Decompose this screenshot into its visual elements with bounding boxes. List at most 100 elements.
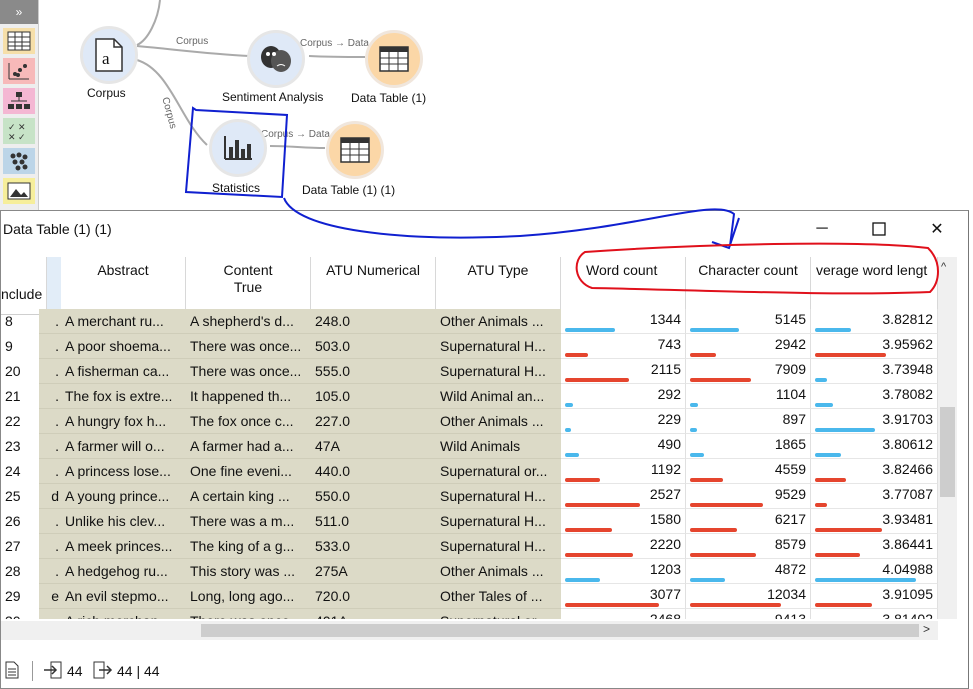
- row-include-flag[interactable]: .: [39, 534, 61, 559]
- cell-content[interactable]: There was once...: [186, 359, 311, 384]
- row-index[interactable]: 30: [1, 609, 39, 619]
- cell-atu-numerical[interactable]: 47A: [311, 434, 436, 459]
- cell-word-count[interactable]: 1203: [561, 559, 686, 584]
- cell-average-word-length[interactable]: 3.91095: [811, 584, 938, 609]
- minimize-button[interactable]: ─: [798, 215, 846, 243]
- cell-atu-type[interactable]: Supernatural or...: [436, 459, 561, 484]
- cell-atu-type[interactable]: Other Animals ...: [436, 559, 561, 584]
- horizontal-scroll-thumb[interactable]: [201, 624, 919, 637]
- cell-content[interactable]: There was a m...: [186, 509, 311, 534]
- table-row[interactable]: 21. The fox is extre... It happened th... 1…: [1, 384, 938, 409]
- cell-atu-numerical[interactable]: 511.0: [311, 509, 436, 534]
- cell-average-word-length[interactable]: 3.95962: [811, 334, 938, 359]
- table-row[interactable]: 24. A princess lose... One fine eveni... 44…: [1, 459, 938, 484]
- column-header-atu-numerical[interactable]: ATU Numerical: [311, 257, 436, 315]
- cell-character-count[interactable]: 9413: [686, 609, 811, 619]
- cell-character-count[interactable]: 8579: [686, 534, 811, 559]
- cell-abstract[interactable]: A meek princes...: [61, 534, 186, 559]
- cell-atu-numerical[interactable]: 720.0: [311, 584, 436, 609]
- row-index[interactable]: 24: [1, 459, 39, 484]
- cell-atu-numerical[interactable]: 227.0: [311, 409, 436, 434]
- row-index[interactable]: 20: [1, 359, 39, 384]
- cell-atu-numerical[interactable]: 533.0: [311, 534, 436, 559]
- row-include-flag[interactable]: .: [39, 334, 61, 359]
- cell-content[interactable]: There was once...: [186, 609, 311, 619]
- cell-abstract[interactable]: The fox is extre...: [61, 384, 186, 409]
- row-index[interactable]: 25: [1, 484, 39, 509]
- cell-content[interactable]: A shepherd's d...: [186, 309, 311, 334]
- cell-atu-type[interactable]: Supernatural H...: [436, 509, 561, 534]
- column-header-abstract[interactable]: Abstract: [61, 257, 186, 315]
- table-row[interactable]: 9. A poor shoema... There was once... 503.0…: [1, 334, 938, 359]
- cell-average-word-length[interactable]: 3.82466: [811, 459, 938, 484]
- column-header-character-count[interactable]: Character count: [686, 257, 811, 315]
- row-include-flag[interactable]: .: [39, 409, 61, 434]
- cell-atu-type[interactable]: Supernatural H...: [436, 484, 561, 509]
- cell-word-count[interactable]: 2527: [561, 484, 686, 509]
- cell-average-word-length[interactable]: 3.86441: [811, 534, 938, 559]
- vertical-scroll-thumb[interactable]: [940, 407, 955, 497]
- cell-atu-type[interactable]: Other Animals ...: [436, 409, 561, 434]
- cell-average-word-length[interactable]: 3.80612: [811, 434, 938, 459]
- theater-masks-icon[interactable]: [247, 30, 305, 88]
- corpus-icon[interactable]: a: [80, 26, 138, 84]
- cell-average-word-length[interactable]: 3.73948: [811, 359, 938, 384]
- cell-word-count[interactable]: 490: [561, 434, 686, 459]
- cell-content[interactable]: There was once...: [186, 334, 311, 359]
- cell-word-count[interactable]: 292: [561, 384, 686, 409]
- cell-atu-numerical[interactable]: 275A: [311, 559, 436, 584]
- table-icon[interactable]: [326, 121, 384, 179]
- table-row[interactable]: 26. Unlike his clev... There was a m... 511…: [1, 509, 938, 534]
- cell-character-count[interactable]: 4559: [686, 459, 811, 484]
- row-include-flag[interactable]: .: [39, 359, 61, 384]
- cell-atu-type[interactable]: Supernatural H...: [436, 334, 561, 359]
- cell-abstract[interactable]: A young prince...: [61, 484, 186, 509]
- table-row[interactable]: 28. A hedgehog ru... This story was ... 275…: [1, 559, 938, 584]
- row-index[interactable]: 26: [1, 509, 39, 534]
- cell-atu-type[interactable]: Supernatural or...: [436, 609, 561, 619]
- maximize-button[interactable]: [855, 215, 903, 243]
- cell-word-count[interactable]: 2220: [561, 534, 686, 559]
- cell-atu-numerical[interactable]: 555.0: [311, 359, 436, 384]
- cell-atu-type[interactable]: Wild Animal an...: [436, 384, 561, 409]
- cell-abstract[interactable]: Unlike his clev...: [61, 509, 186, 534]
- column-header-atu-type[interactable]: ATU Type: [436, 257, 561, 315]
- data-table-window[interactable]: Data Table (1) (1) ─ ✕ nclude Abstract C…: [0, 210, 969, 689]
- horizontal-scrollbar[interactable]: >: [1, 621, 938, 640]
- cell-word-count[interactable]: 1192: [561, 459, 686, 484]
- data-table[interactable]: nclude Abstract Content True ATU Numeric…: [1, 257, 938, 619]
- row-index[interactable]: 29: [1, 584, 39, 609]
- cell-content[interactable]: A farmer had a...: [186, 434, 311, 459]
- row-index[interactable]: 22: [1, 409, 39, 434]
- cell-atu-numerical[interactable]: 105.0: [311, 384, 436, 409]
- table-row[interactable]: 29 e An evil stepmo... Long, long ago... 720…: [1, 584, 938, 609]
- cell-atu-type[interactable]: Wild Animals: [436, 434, 561, 459]
- cell-abstract[interactable]: A fisherman ca...: [61, 359, 186, 384]
- row-index[interactable]: 23: [1, 434, 39, 459]
- cell-abstract[interactable]: A farmer will o...: [61, 434, 186, 459]
- cell-character-count[interactable]: 5145: [686, 309, 811, 334]
- cell-abstract[interactable]: A hungry fox h...: [61, 409, 186, 434]
- cell-content[interactable]: The king of a g...: [186, 534, 311, 559]
- column-header-word-count[interactable]: Word count: [561, 257, 686, 315]
- cell-character-count[interactable]: 9529: [686, 484, 811, 509]
- cell-character-count[interactable]: 7909: [686, 359, 811, 384]
- cell-atu-numerical[interactable]: 248.0: [311, 309, 436, 334]
- row-header-column[interactable]: nclude: [1, 257, 47, 315]
- cell-average-word-length[interactable]: 3.93481: [811, 509, 938, 534]
- cell-content[interactable]: It happened th...: [186, 384, 311, 409]
- row-index[interactable]: 21: [1, 384, 39, 409]
- row-index[interactable]: 28: [1, 559, 39, 584]
- cell-content[interactable]: Long, long ago...: [186, 584, 311, 609]
- cell-character-count[interactable]: 1104: [686, 384, 811, 409]
- cell-word-count[interactable]: 1580: [561, 509, 686, 534]
- cell-content[interactable]: A certain king ...: [186, 484, 311, 509]
- row-include-flag[interactable]: .: [39, 459, 61, 484]
- cell-abstract[interactable]: An evil stepmo...: [61, 584, 186, 609]
- cell-content[interactable]: This story was ...: [186, 559, 311, 584]
- cell-character-count[interactable]: 12034: [686, 584, 811, 609]
- row-include-flag[interactable]: .: [39, 309, 61, 334]
- row-index[interactable]: 8: [1, 309, 39, 334]
- cell-word-count[interactable]: 3077: [561, 584, 686, 609]
- table-row[interactable]: 20. A fisherman ca... There was once... 555…: [1, 359, 938, 384]
